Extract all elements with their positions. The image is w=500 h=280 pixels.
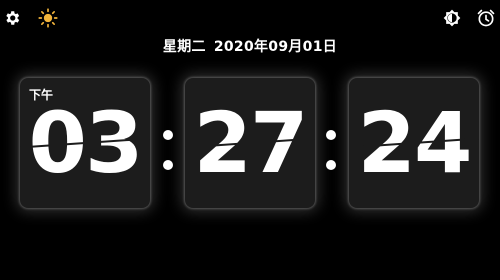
gear-icon[interactable] bbox=[0, 6, 24, 30]
ampm-label: 下午 bbox=[29, 88, 54, 102]
brightness-contrast-icon[interactable] bbox=[440, 6, 464, 30]
colon-separator bbox=[325, 118, 337, 178]
date-display: 星期二 2020年09月01日 bbox=[0, 36, 500, 56]
colon-separator bbox=[162, 118, 174, 178]
colon-dot bbox=[163, 130, 173, 140]
seconds-card: 24 bbox=[349, 78, 479, 208]
weekday-label: 星期二 bbox=[162, 39, 206, 55]
date-label: 2020年09月01日 bbox=[213, 39, 338, 55]
colon-dot bbox=[326, 130, 336, 140]
flip-clock-screen: 星期二 2020年09月01日 03 下午 27 24 bbox=[0, 0, 500, 280]
sun-icon[interactable] bbox=[36, 6, 60, 30]
hours-card: 03 下午 bbox=[20, 78, 150, 208]
alarm-clock-icon[interactable] bbox=[474, 6, 498, 30]
minutes-card: 27 bbox=[185, 78, 315, 208]
colon-dot bbox=[163, 160, 173, 170]
colon-dot bbox=[326, 160, 336, 170]
